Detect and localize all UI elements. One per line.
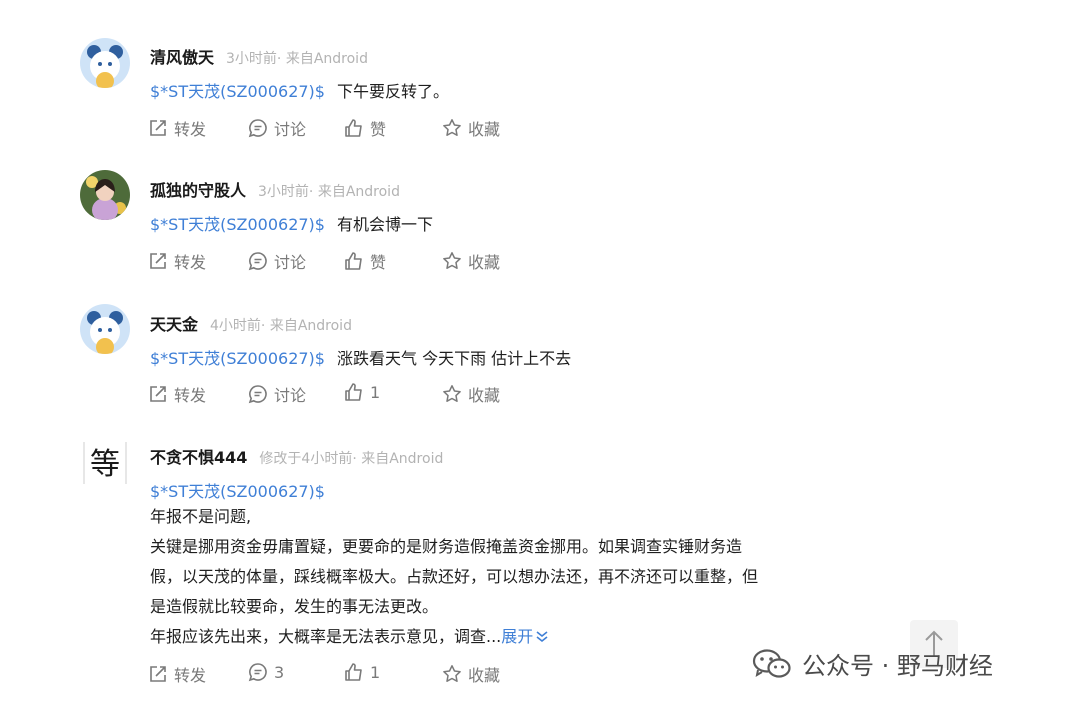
stock-tag-link[interactable]: $*ST天茂(SZ000627)$ — [150, 82, 325, 101]
comment-text: 涨跌看天气 今天下雨 估计上不去 — [336, 349, 572, 368]
forward-icon — [150, 386, 166, 402]
forward-label: 转发 — [174, 120, 207, 139]
comment-text: 下午要反转了。 — [336, 82, 449, 101]
forward-icon — [150, 120, 166, 136]
favorite-button[interactable]: 收藏 — [442, 382, 500, 406]
comment-label: 讨论 — [274, 386, 307, 405]
favorite-label: 收藏 — [468, 386, 501, 405]
comment-body: 年报不是问题, 关键是挪用资金毋庸置疑，更要命的是财务造假掩盖资金挪用。如果调查… — [150, 502, 758, 652]
thumbs-up-icon — [345, 383, 362, 401]
chevron-down-double-icon — [536, 631, 548, 643]
star-icon — [443, 665, 461, 682]
stock-tag-link[interactable]: $*ST天茂(SZ000627)$ — [150, 482, 325, 501]
post-meta: 修改于4小时前· 来自Android — [259, 451, 444, 467]
forward-button[interactable]: 转发 — [148, 382, 206, 406]
wechat-icon — [752, 648, 791, 678]
avatar[interactable] — [80, 38, 130, 88]
avatar-char: 等 — [90, 447, 120, 482]
comment-button[interactable]: 讨论 — [248, 382, 306, 406]
comment-line: 年报不是问题, — [150, 507, 252, 526]
favorite-label: 收藏 — [468, 666, 501, 685]
watermark-text: 公众号 · 野马财经 — [802, 652, 993, 680]
post-meta: 3小时前· 来自Android — [226, 51, 368, 67]
forward-icon — [150, 666, 166, 682]
favorite-label: 收藏 — [468, 253, 501, 272]
like-button[interactable]: 1 — [344, 382, 380, 402]
stock-tag-link[interactable]: $*ST天茂(SZ000627)$ — [150, 215, 325, 234]
comment-line: 年报应该先出来，大概率是无法表示意见，调查... — [150, 627, 502, 646]
avatar[interactable]: 等 — [80, 438, 130, 488]
forward-button[interactable]: 转发 — [148, 662, 206, 686]
username[interactable]: 天天金 — [150, 311, 198, 335]
like-count: 1 — [370, 662, 381, 682]
favorite-label: 收藏 — [468, 120, 501, 139]
expand-link[interactable]: 展开 — [501, 627, 549, 646]
like-button[interactable]: 赞 — [344, 116, 386, 140]
comment-text: 有机会博一下 — [336, 215, 433, 234]
comment-label: 讨论 — [274, 120, 307, 139]
post-meta: 3小时前· 来自Android — [258, 184, 400, 200]
expand-label: 展开 — [501, 627, 534, 646]
forward-icon — [150, 253, 166, 269]
forward-button[interactable]: 转发 — [148, 116, 206, 140]
comment-line: 关键是挪用资金毋庸置疑，更要命的是财务造假掩盖资金挪用。如果调查实锤财务造 — [150, 537, 743, 556]
username[interactable]: 不贪不惧444 — [150, 444, 247, 468]
like-count: 1 — [370, 382, 381, 402]
like-label: 赞 — [370, 253, 387, 272]
like-label: 赞 — [370, 120, 387, 139]
avatar[interactable] — [80, 304, 130, 354]
avatar[interactable] — [80, 170, 130, 220]
favorite-button[interactable]: 收藏 — [442, 662, 500, 686]
comment-line: 假，以天茂的体量，踩线概率极大。占款还好，可以想办法还，再不济还可以重整，但 — [150, 567, 759, 586]
star-icon — [443, 385, 461, 402]
forward-label: 转发 — [174, 386, 207, 405]
thumbs-up-icon — [345, 663, 362, 681]
comment-icon — [248, 252, 267, 271]
star-icon — [443, 252, 461, 269]
thumbs-up-icon — [345, 119, 362, 137]
comment-label: 讨论 — [274, 253, 307, 272]
favorite-button[interactable]: 收藏 — [442, 249, 500, 273]
like-button[interactable]: 赞 — [344, 249, 386, 273]
comment-icon — [248, 663, 267, 682]
comment-icon — [248, 119, 267, 138]
username[interactable]: 孤独的守股人 — [150, 177, 246, 201]
comment-button[interactable]: 讨论 — [248, 116, 306, 140]
comment-icon — [248, 385, 267, 404]
forward-button[interactable]: 转发 — [148, 249, 206, 273]
thumbs-up-icon — [345, 252, 362, 270]
forward-label: 转发 — [174, 666, 207, 685]
comment-count: 3 — [274, 662, 285, 682]
comment-line: 是造假就比较要命，发生的事无法更改。 — [150, 597, 439, 616]
like-button[interactable]: 1 — [344, 662, 380, 682]
favorite-button[interactable]: 收藏 — [442, 116, 500, 140]
post-meta: 4小时前· 来自Android — [210, 318, 352, 334]
star-icon — [443, 119, 461, 136]
comment-button[interactable]: 3 — [248, 662, 284, 682]
comment-button[interactable]: 讨论 — [248, 249, 306, 273]
stock-tag-link[interactable]: $*ST天茂(SZ000627)$ — [150, 349, 325, 368]
username[interactable]: 清风傲天 — [150, 44, 214, 68]
forward-label: 转发 — [174, 253, 207, 272]
wechat-watermark: 公众号 · 野马财经 — [752, 646, 993, 681]
